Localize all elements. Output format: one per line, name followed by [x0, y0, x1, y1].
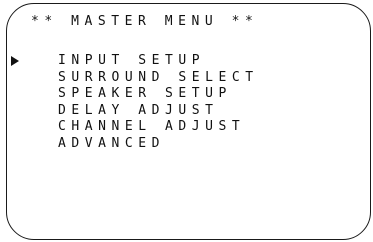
- menu-item-delay-adjust[interactable]: DELAY ADJUST: [58, 103, 259, 120]
- menu-item-input-setup[interactable]: INPUT SETUP: [58, 53, 259, 70]
- menu-item-surround-select[interactable]: SURROUND SELECT: [58, 70, 259, 87]
- menu-item-channel-adjust[interactable]: CHANNEL ADJUST: [58, 119, 259, 136]
- menu-item-speaker-setup[interactable]: SPEAKER SETUP: [58, 86, 259, 103]
- master-menu-list: INPUT SETUP SURROUND SELECT SPEAKER SETU…: [58, 53, 259, 152]
- menu-item-advanced[interactable]: ADVANCED: [58, 136, 259, 153]
- selection-cursor-icon: [11, 56, 19, 66]
- menu-title: ** MASTER MENU **: [31, 14, 259, 29]
